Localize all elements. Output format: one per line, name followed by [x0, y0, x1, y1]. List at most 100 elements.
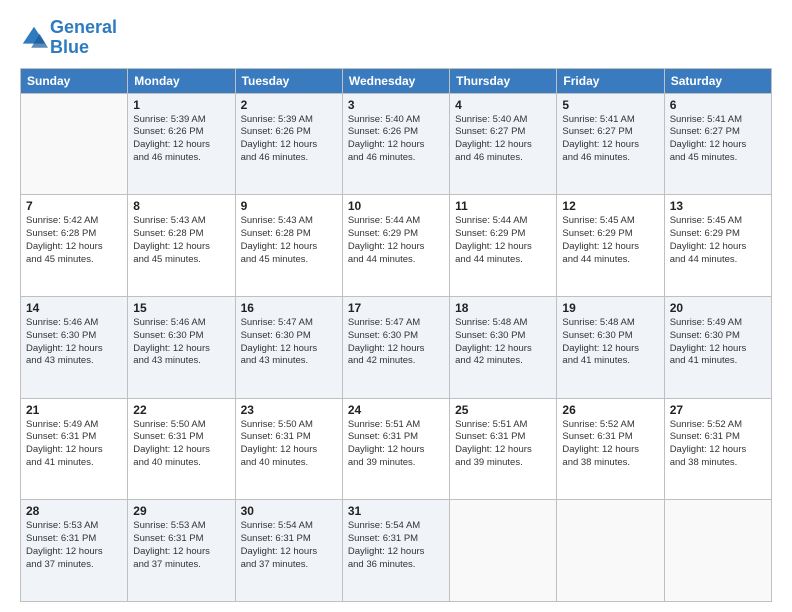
day-number: 18	[455, 301, 551, 315]
table-row: 21 Sunrise: 5:49 AMSunset: 6:31 PMDayligh…	[21, 398, 128, 500]
day-number: 16	[241, 301, 337, 315]
day-number: 22	[133, 403, 229, 417]
table-row: 2 Sunrise: 5:39 AMSunset: 6:26 PMDaylight…	[235, 93, 342, 195]
table-row: 9 Sunrise: 5:43 AMSunset: 6:28 PMDaylight…	[235, 195, 342, 297]
day-number: 24	[348, 403, 444, 417]
header: General Blue	[20, 18, 772, 58]
day-number: 10	[348, 199, 444, 213]
day-info: Sunrise: 5:53 AMSunset: 6:31 PMDaylight:…	[133, 520, 229, 571]
day-number: 9	[241, 199, 337, 213]
table-row	[664, 500, 771, 602]
day-number: 20	[670, 301, 766, 315]
day-info: Sunrise: 5:44 AMSunset: 6:29 PMDaylight:…	[348, 215, 444, 266]
day-info: Sunrise: 5:39 AMSunset: 6:26 PMDaylight:…	[133, 114, 229, 165]
table-row: 4 Sunrise: 5:40 AMSunset: 6:27 PMDaylight…	[450, 93, 557, 195]
table-row: 17 Sunrise: 5:47 AMSunset: 6:30 PMDayligh…	[342, 296, 449, 398]
table-row: 18 Sunrise: 5:48 AMSunset: 6:30 PMDayligh…	[450, 296, 557, 398]
day-info: Sunrise: 5:49 AMSunset: 6:31 PMDaylight:…	[26, 419, 122, 470]
col-wednesday: Wednesday	[342, 68, 449, 93]
day-info: Sunrise: 5:50 AMSunset: 6:31 PMDaylight:…	[133, 419, 229, 470]
day-info: Sunrise: 5:41 AMSunset: 6:27 PMDaylight:…	[670, 114, 766, 165]
day-info: Sunrise: 5:47 AMSunset: 6:30 PMDaylight:…	[348, 317, 444, 368]
day-number: 21	[26, 403, 122, 417]
table-row: 7Sunrise: 5:42 AMSunset: 6:28 PMDaylight…	[21, 195, 128, 297]
day-number: 14	[26, 301, 122, 315]
table-row: 23 Sunrise: 5:50 AMSunset: 6:31 PMDayligh…	[235, 398, 342, 500]
day-info: Sunrise: 5:53 AMSunset: 6:31 PMDaylight:…	[26, 520, 122, 571]
col-tuesday: Tuesday	[235, 68, 342, 93]
day-number: 7	[26, 199, 122, 213]
day-number: 17	[348, 301, 444, 315]
table-row: 3Sunrise: 5:40 AMSunset: 6:26 PMDaylight…	[342, 93, 449, 195]
day-info: Sunrise: 5:43 AMSunset: 6:28 PMDaylight:…	[133, 215, 229, 266]
calendar-table: Sunday Monday Tuesday Wednesday Thursday…	[20, 68, 772, 602]
table-row: 22 Sunrise: 5:50 AMSunset: 6:31 PMDayligh…	[128, 398, 235, 500]
day-info: Sunrise: 5:40 AMSunset: 6:27 PMDaylight:…	[455, 114, 551, 165]
table-row: 31 Sunrise: 5:54 AMSunset: 6:31 PMDayligh…	[342, 500, 449, 602]
calendar-row: 7Sunrise: 5:42 AMSunset: 6:28 PMDaylight…	[21, 195, 772, 297]
day-info: Sunrise: 5:54 AMSunset: 6:31 PMDaylight:…	[241, 520, 337, 571]
calendar-row: 28Sunrise: 5:53 AMSunset: 6:31 PMDayligh…	[21, 500, 772, 602]
table-row	[21, 93, 128, 195]
day-number: 11	[455, 199, 551, 213]
calendar-row: 1 Sunrise: 5:39 AMSunset: 6:26 PMDaylight…	[21, 93, 772, 195]
day-number: 30	[241, 504, 337, 518]
col-sunday: Sunday	[21, 68, 128, 93]
day-info: Sunrise: 5:43 AMSunset: 6:28 PMDaylight:…	[241, 215, 337, 266]
day-info: Sunrise: 5:45 AMSunset: 6:29 PMDaylight:…	[562, 215, 658, 266]
table-row: 25 Sunrise: 5:51 AMSunset: 6:31 PMDayligh…	[450, 398, 557, 500]
day-info: Sunrise: 5:52 AMSunset: 6:31 PMDaylight:…	[562, 419, 658, 470]
table-row: 16 Sunrise: 5:47 AMSunset: 6:30 PMDayligh…	[235, 296, 342, 398]
day-info: Sunrise: 5:41 AMSunset: 6:27 PMDaylight:…	[562, 114, 658, 165]
table-row: 28Sunrise: 5:53 AMSunset: 6:31 PMDayligh…	[21, 500, 128, 602]
day-info: Sunrise: 5:48 AMSunset: 6:30 PMDaylight:…	[562, 317, 658, 368]
table-row: 30 Sunrise: 5:54 AMSunset: 6:31 PMDayligh…	[235, 500, 342, 602]
logo-icon	[20, 24, 48, 52]
day-number: 8	[133, 199, 229, 213]
day-number: 23	[241, 403, 337, 417]
day-number: 12	[562, 199, 658, 213]
day-number: 6	[670, 98, 766, 112]
table-row	[450, 500, 557, 602]
day-number: 19	[562, 301, 658, 315]
calendar-row: 14 Sunrise: 5:46 AMSunset: 6:30 PMDayligh…	[21, 296, 772, 398]
day-info: Sunrise: 5:48 AMSunset: 6:30 PMDaylight:…	[455, 317, 551, 368]
table-row: 27Sunrise: 5:52 AMSunset: 6:31 PMDayligh…	[664, 398, 771, 500]
table-row: 11Sunrise: 5:44 AMSunset: 6:29 PMDayligh…	[450, 195, 557, 297]
table-row: 5Sunrise: 5:41 AMSunset: 6:27 PMDaylight…	[557, 93, 664, 195]
table-row: 13Sunrise: 5:45 AMSunset: 6:29 PMDayligh…	[664, 195, 771, 297]
day-info: Sunrise: 5:51 AMSunset: 6:31 PMDaylight:…	[455, 419, 551, 470]
day-info: Sunrise: 5:50 AMSunset: 6:31 PMDaylight:…	[241, 419, 337, 470]
table-row: 20Sunrise: 5:49 AMSunset: 6:30 PMDayligh…	[664, 296, 771, 398]
page: General Blue Sunday Monday Tuesday Wedne…	[0, 0, 792, 612]
header-row: Sunday Monday Tuesday Wednesday Thursday…	[21, 68, 772, 93]
logo-text-line1: General	[50, 18, 117, 38]
day-number: 31	[348, 504, 444, 518]
day-info: Sunrise: 5:46 AMSunset: 6:30 PMDaylight:…	[133, 317, 229, 368]
day-info: Sunrise: 5:47 AMSunset: 6:30 PMDaylight:…	[241, 317, 337, 368]
table-row: 6 Sunrise: 5:41 AMSunset: 6:27 PMDaylight…	[664, 93, 771, 195]
table-row: 12 Sunrise: 5:45 AMSunset: 6:29 PMDayligh…	[557, 195, 664, 297]
logo: General Blue	[20, 18, 117, 58]
day-number: 27	[670, 403, 766, 417]
table-row: 19 Sunrise: 5:48 AMSunset: 6:30 PMDayligh…	[557, 296, 664, 398]
day-number: 25	[455, 403, 551, 417]
day-info: Sunrise: 5:45 AMSunset: 6:29 PMDaylight:…	[670, 215, 766, 266]
table-row: 1 Sunrise: 5:39 AMSunset: 6:26 PMDaylight…	[128, 93, 235, 195]
day-number: 4	[455, 98, 551, 112]
col-monday: Monday	[128, 68, 235, 93]
day-info: Sunrise: 5:51 AMSunset: 6:31 PMDaylight:…	[348, 419, 444, 470]
calendar-row: 21 Sunrise: 5:49 AMSunset: 6:31 PMDayligh…	[21, 398, 772, 500]
day-info: Sunrise: 5:39 AMSunset: 6:26 PMDaylight:…	[241, 114, 337, 165]
table-row: 8 Sunrise: 5:43 AMSunset: 6:28 PMDaylight…	[128, 195, 235, 297]
day-info: Sunrise: 5:54 AMSunset: 6:31 PMDaylight:…	[348, 520, 444, 571]
day-number: 2	[241, 98, 337, 112]
col-friday: Friday	[557, 68, 664, 93]
col-saturday: Saturday	[664, 68, 771, 93]
day-info: Sunrise: 5:46 AMSunset: 6:30 PMDaylight:…	[26, 317, 122, 368]
day-number: 3	[348, 98, 444, 112]
col-thursday: Thursday	[450, 68, 557, 93]
day-number: 1	[133, 98, 229, 112]
table-row: 10 Sunrise: 5:44 AMSunset: 6:29 PMDayligh…	[342, 195, 449, 297]
table-row: 26Sunrise: 5:52 AMSunset: 6:31 PMDayligh…	[557, 398, 664, 500]
